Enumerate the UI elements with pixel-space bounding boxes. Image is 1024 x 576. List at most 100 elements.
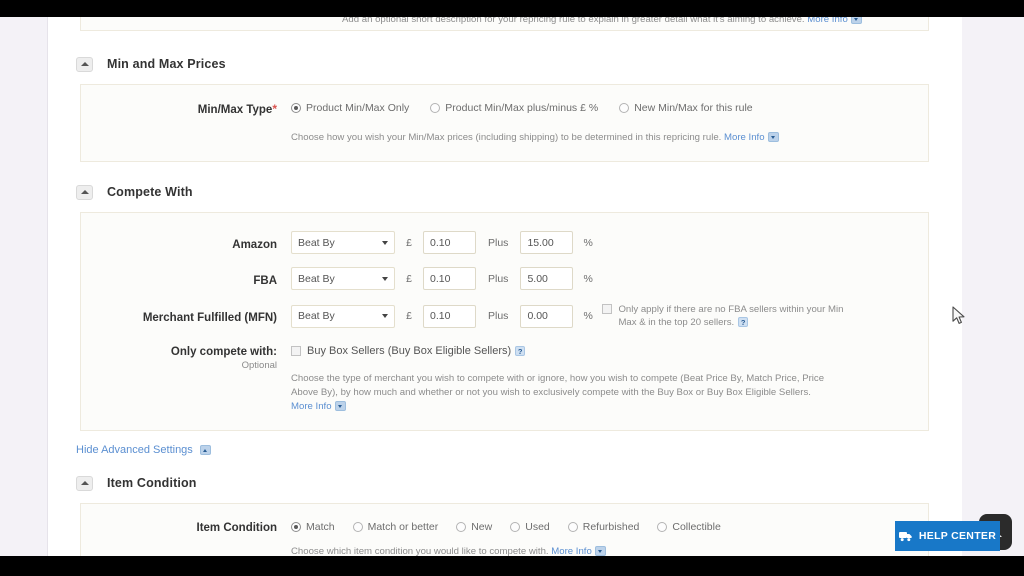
only-compete-with-body: Buy Box Sellers (Buy Box Eligible Seller…: [291, 345, 928, 414]
amount-input-amazon[interactable]: 0.10: [423, 231, 476, 254]
chevron-down-icon: [382, 240, 388, 245]
radio-label: Used: [525, 521, 550, 533]
mfn-note-text: Only apply if there are no FBA sellers w…: [618, 303, 852, 329]
compete-with-help-text: Choose the type of merchant you wish to …: [291, 372, 826, 414]
description-more-info-link[interactable]: More Info: [807, 17, 848, 25]
min-max-type-body: Product Min/Max Only Product Min/Max plu…: [291, 102, 928, 145]
percent-value: 5.00: [527, 272, 548, 285]
radio-condition-match-or-better[interactable]: Match or better: [352, 521, 439, 533]
strategy-select-value: Beat By: [298, 310, 335, 322]
hide-advanced-settings-toggle[interactable]: Hide Advanced Settings: [76, 444, 962, 456]
chevron-up-icon[interactable]: [199, 445, 211, 455]
item-condition-more-info-link[interactable]: More Info: [551, 546, 592, 556]
mfn-no-fba-note: Only apply if there are no FBA sellers w…: [602, 303, 852, 329]
percent-input-fba[interactable]: 5.00: [520, 267, 574, 290]
radio-label: Match or better: [367, 521, 439, 533]
page-left-margin: [0, 17, 48, 556]
compete-row-mfn: Merchant Fulfilled (MFN) Beat By £ 0.10 …: [81, 303, 928, 329]
plus-label-fba: Plus: [488, 272, 509, 285]
amount-input-fba[interactable]: 0.10: [423, 267, 476, 290]
radio-product-minmax-plus-minus[interactable]: Product Min/Max plus/minus £ %: [430, 102, 598, 114]
section-title-item-condition: Item Condition: [107, 476, 197, 490]
radio-condition-match[interactable]: Match: [291, 521, 335, 533]
chevron-down-icon: [382, 276, 388, 281]
radio-dot-icon[interactable]: [291, 522, 301, 532]
triangle-up-icon: [80, 481, 89, 485]
support-truck-icon: [898, 531, 912, 542]
plus-label-amazon: Plus: [488, 236, 509, 249]
min-max-type-radio-group: Product Min/Max Only Product Min/Max plu…: [291, 102, 928, 114]
browser-viewport: Add an optional short description for yo…: [0, 17, 1024, 556]
radio-label: Refurbished: [582, 521, 640, 533]
radio-dot-icon[interactable]: [619, 103, 630, 113]
only-compete-with-label: Only compete with: Optional: [81, 345, 291, 372]
item-condition-label: Item Condition: [196, 522, 278, 534]
compete-label-amazon: Amazon: [232, 238, 277, 251]
section-header-item-condition[interactable]: Item Condition: [76, 470, 962, 496]
min-max-more-info-link[interactable]: More Info: [724, 132, 765, 143]
hide-advanced-settings-label: Hide Advanced Settings: [76, 444, 193, 456]
percent-value: 0.00: [527, 310, 548, 322]
radio-condition-used[interactable]: Used: [510, 521, 550, 533]
radio-dot-icon[interactable]: [456, 522, 467, 532]
min-max-type-row: Min/Max Type* Product Min/Max Only Produ…: [81, 102, 928, 145]
radio-dot-icon[interactable]: [510, 522, 521, 532]
strategy-select-mfn[interactable]: Beat By: [291, 304, 395, 328]
checkbox-no-fba-sellers[interactable]: [602, 304, 613, 314]
strategy-select-amazon[interactable]: Beat By: [291, 231, 395, 254]
min-max-panel: Min/Max Type* Product Min/Max Only Produ…: [80, 84, 929, 162]
radio-label: New Min/Max for this rule: [634, 102, 753, 114]
help-question-icon[interactable]: ?: [738, 317, 749, 327]
radio-new-minmax-for-rule[interactable]: New Min/Max for this rule: [619, 102, 753, 114]
collapse-toggle-item-condition[interactable]: [76, 475, 93, 491]
compete-row-amazon: Amazon Beat By £ 0.10 Plus 15.00 %: [81, 231, 928, 254]
radio-dot-icon[interactable]: [430, 103, 441, 113]
checkbox-box-icon[interactable]: [291, 346, 301, 356]
radio-condition-new[interactable]: New: [456, 521, 492, 533]
buy-box-sellers-label: Buy Box Sellers (Buy Box Eligible Seller…: [307, 345, 512, 357]
plus-label-mfn: Plus: [488, 310, 509, 322]
min-max-type-label: Min/Max Type*: [81, 102, 291, 118]
compete-body-amazon: Beat By £ 0.10 Plus 15.00 %: [291, 231, 928, 254]
min-max-help-label: Choose how you wish your Min/Max prices …: [291, 132, 722, 143]
compete-row-fba: FBA Beat By £ 0.10 Plus 5.00 %: [81, 267, 928, 290]
strategy-select-value: Beat By: [298, 272, 335, 285]
checkbox-buy-box-sellers[interactable]: Buy Box Sellers (Buy Box Eligible Seller…: [291, 345, 928, 357]
radio-dot-icon[interactable]: [291, 103, 301, 113]
collapse-toggle-compete-with[interactable]: [76, 184, 93, 200]
radio-dot-icon[interactable]: [352, 522, 363, 532]
chevron-down-icon[interactable]: [850, 17, 862, 24]
radio-dot-icon[interactable]: [567, 522, 578, 532]
compete-with-help-label: Choose the type of merchant you wish to …: [291, 373, 825, 398]
required-asterisk: *: [272, 102, 277, 116]
percent-input-amazon[interactable]: 15.00: [520, 231, 574, 254]
chevron-down-icon[interactable]: [594, 546, 606, 556]
section-header-min-max[interactable]: Min and Max Prices: [76, 51, 962, 77]
amount-value: 0.10: [430, 310, 451, 322]
currency-symbol-mfn: £: [406, 310, 412, 322]
radio-label: Collectible: [672, 521, 721, 533]
collapse-toggle-min-max[interactable]: [76, 56, 93, 72]
only-compete-with-row: Only compete with: Optional Buy Box Sell…: [81, 345, 928, 414]
percent-input-mfn[interactable]: 0.00: [520, 304, 574, 328]
radio-condition-collectible[interactable]: Collectible: [657, 521, 721, 533]
percent-symbol-mfn: %: [583, 310, 593, 322]
amount-value: 0.10: [430, 236, 451, 249]
page-content: Add an optional short description for yo…: [48, 17, 962, 556]
radio-product-minmax-only[interactable]: Product Min/Max Only: [291, 102, 409, 114]
compete-with-more-info-link[interactable]: More Info: [291, 401, 332, 412]
amount-input-mfn[interactable]: 0.10: [423, 304, 476, 328]
help-center-button[interactable]: HELP CENTER: [895, 521, 1000, 551]
mfn-note-label: Only apply if there are no FBA sellers w…: [618, 304, 844, 328]
section-title-min-max: Min and Max Prices: [107, 57, 226, 71]
help-center-label: HELP CENTER: [918, 530, 997, 542]
strategy-select-fba[interactable]: Beat By: [291, 267, 395, 290]
chevron-down-icon[interactable]: [334, 401, 346, 411]
chevron-down-icon[interactable]: [767, 132, 779, 142]
radio-label: New: [471, 521, 493, 533]
help-question-icon[interactable]: ?: [515, 346, 526, 356]
section-header-compete-with[interactable]: Compete With: [76, 179, 962, 205]
radio-condition-refurbished[interactable]: Refurbished: [567, 521, 640, 533]
radio-dot-icon[interactable]: [657, 522, 668, 532]
letterbox-bottom: [0, 556, 1024, 576]
